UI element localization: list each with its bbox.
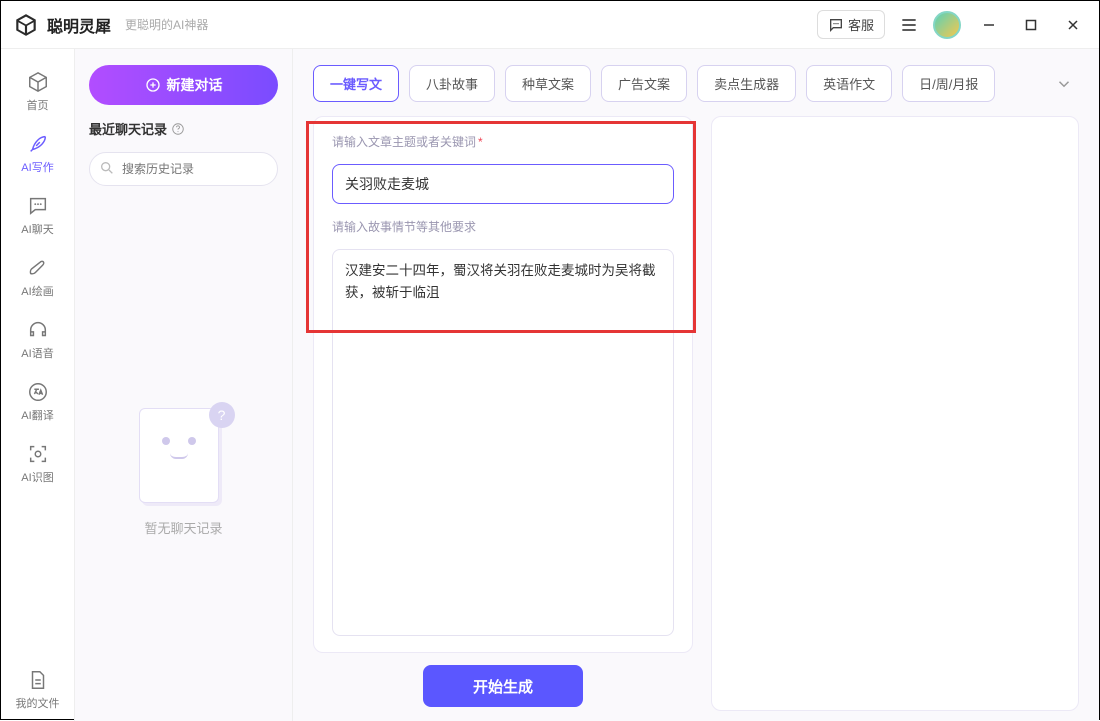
generate-button[interactable]: 开始生成 [423,665,583,707]
topic-label: 请输入文章主题或者关键词* [332,133,674,150]
form-card: 请输入文章主题或者关键词* 请输入故事情节等其他要求 [313,116,693,653]
file-icon [27,669,49,691]
form-column: 请输入文章主题或者关键词* 请输入故事情节等其他要求 开始生成 [313,116,693,711]
cube-icon [27,71,49,93]
customer-service-button[interactable]: 客服 [817,10,885,39]
translate-icon [27,381,49,403]
tab-gossip-story[interactable]: 八卦故事 [409,65,495,102]
nav-image-rec[interactable]: AI识图 [8,433,68,495]
plus-circle-icon [145,77,161,93]
empty-text: 暂无聊天记录 [144,518,222,537]
nav-home[interactable]: 首页 [8,61,68,123]
nav-paint[interactable]: AI绘画 [8,247,68,309]
nav-label: AI语音 [21,345,53,361]
tab-selling-point[interactable]: 卖点生成器 [697,65,796,102]
nav-label: AI识图 [21,469,53,485]
avatar[interactable] [933,11,961,39]
help-icon[interactable] [171,122,185,136]
tab-plant-copy[interactable]: 种草文案 [505,65,591,102]
nav-my-files[interactable]: 我的文件 [8,659,68,721]
empty-illustration: ? [139,408,229,508]
titlebar-right: 客服 [817,10,1087,39]
headphone-icon [27,319,49,341]
nav-label: AI翻译 [21,407,53,423]
feather-icon [27,133,49,155]
logo-wrap: 聪明灵犀 更聪明的AI神器 [13,12,208,38]
nav-chat[interactable]: AI聊天 [8,185,68,247]
titlebar: 聪明灵犀 更聪明的AI神器 客服 [1,1,1099,49]
nav-label: 我的文件 [16,695,60,711]
content-columns: 请输入文章主题或者关键词* 请输入故事情节等其他要求 开始生成 [313,116,1079,711]
topic-input[interactable] [332,164,674,204]
nav-translate[interactable]: AI翻译 [8,371,68,433]
generate-wrap: 开始生成 [313,653,693,711]
tab-report[interactable]: 日/周/月报 [902,65,995,102]
app-subtitle: 更聪明的AI神器 [125,16,208,33]
question-bubble-icon: ? [209,402,235,428]
brush-icon [27,257,49,279]
output-panel [711,116,1079,711]
history-search [89,152,278,186]
detail-label: 请输入故事情节等其他要求 [332,218,674,235]
nav-sidebar: 首页 AI写作 AI聊天 AI绘画 AI语音 AI翻译 AI识图 我 [1,49,75,721]
tab-ad-copy[interactable]: 广告文案 [601,65,687,102]
nav-label: AI聊天 [21,221,53,237]
customer-service-label: 客服 [848,15,874,34]
history-empty: ? 暂无聊天记录 [89,240,278,705]
chat-icon [27,195,49,217]
window-close-button[interactable] [1059,11,1087,39]
window-minimize-button[interactable] [975,11,1003,39]
nav-label: 首页 [27,97,49,113]
history-title: 最近聊天记录 [89,119,278,138]
new-chat-button[interactable]: 新建对话 [89,65,278,105]
required-mark: * [478,135,483,149]
menu-icon[interactable] [899,15,919,35]
chevron-down-icon[interactable] [1049,69,1079,99]
detail-textarea[interactable] [332,249,674,636]
history-search-input[interactable] [89,152,278,186]
window-maximize-button[interactable] [1017,11,1045,39]
nav-label: AI写作 [21,159,53,175]
app-logo-icon [13,12,39,38]
nav-write[interactable]: AI写作 [8,123,68,185]
scan-icon [27,443,49,465]
chat-bubble-icon [828,17,844,33]
search-icon [99,160,115,176]
tab-english-essay[interactable]: 英语作文 [806,65,892,102]
main-area: 一键写文 八卦故事 种草文案 广告文案 卖点生成器 英语作文 日/周/月报 请输… [293,49,1099,721]
tabs-row: 一键写文 八卦故事 种草文案 广告文案 卖点生成器 英语作文 日/周/月报 [313,65,1079,102]
history-panel: 新建对话 最近聊天记录 ? 暂无聊天记录 [75,49,293,721]
nav-label: AI绘画 [21,283,53,299]
nav-voice[interactable]: AI语音 [8,309,68,371]
tab-one-click-write[interactable]: 一键写文 [313,65,399,102]
app-name: 聪明灵犀 [47,13,111,37]
new-chat-label: 新建对话 [167,75,223,95]
